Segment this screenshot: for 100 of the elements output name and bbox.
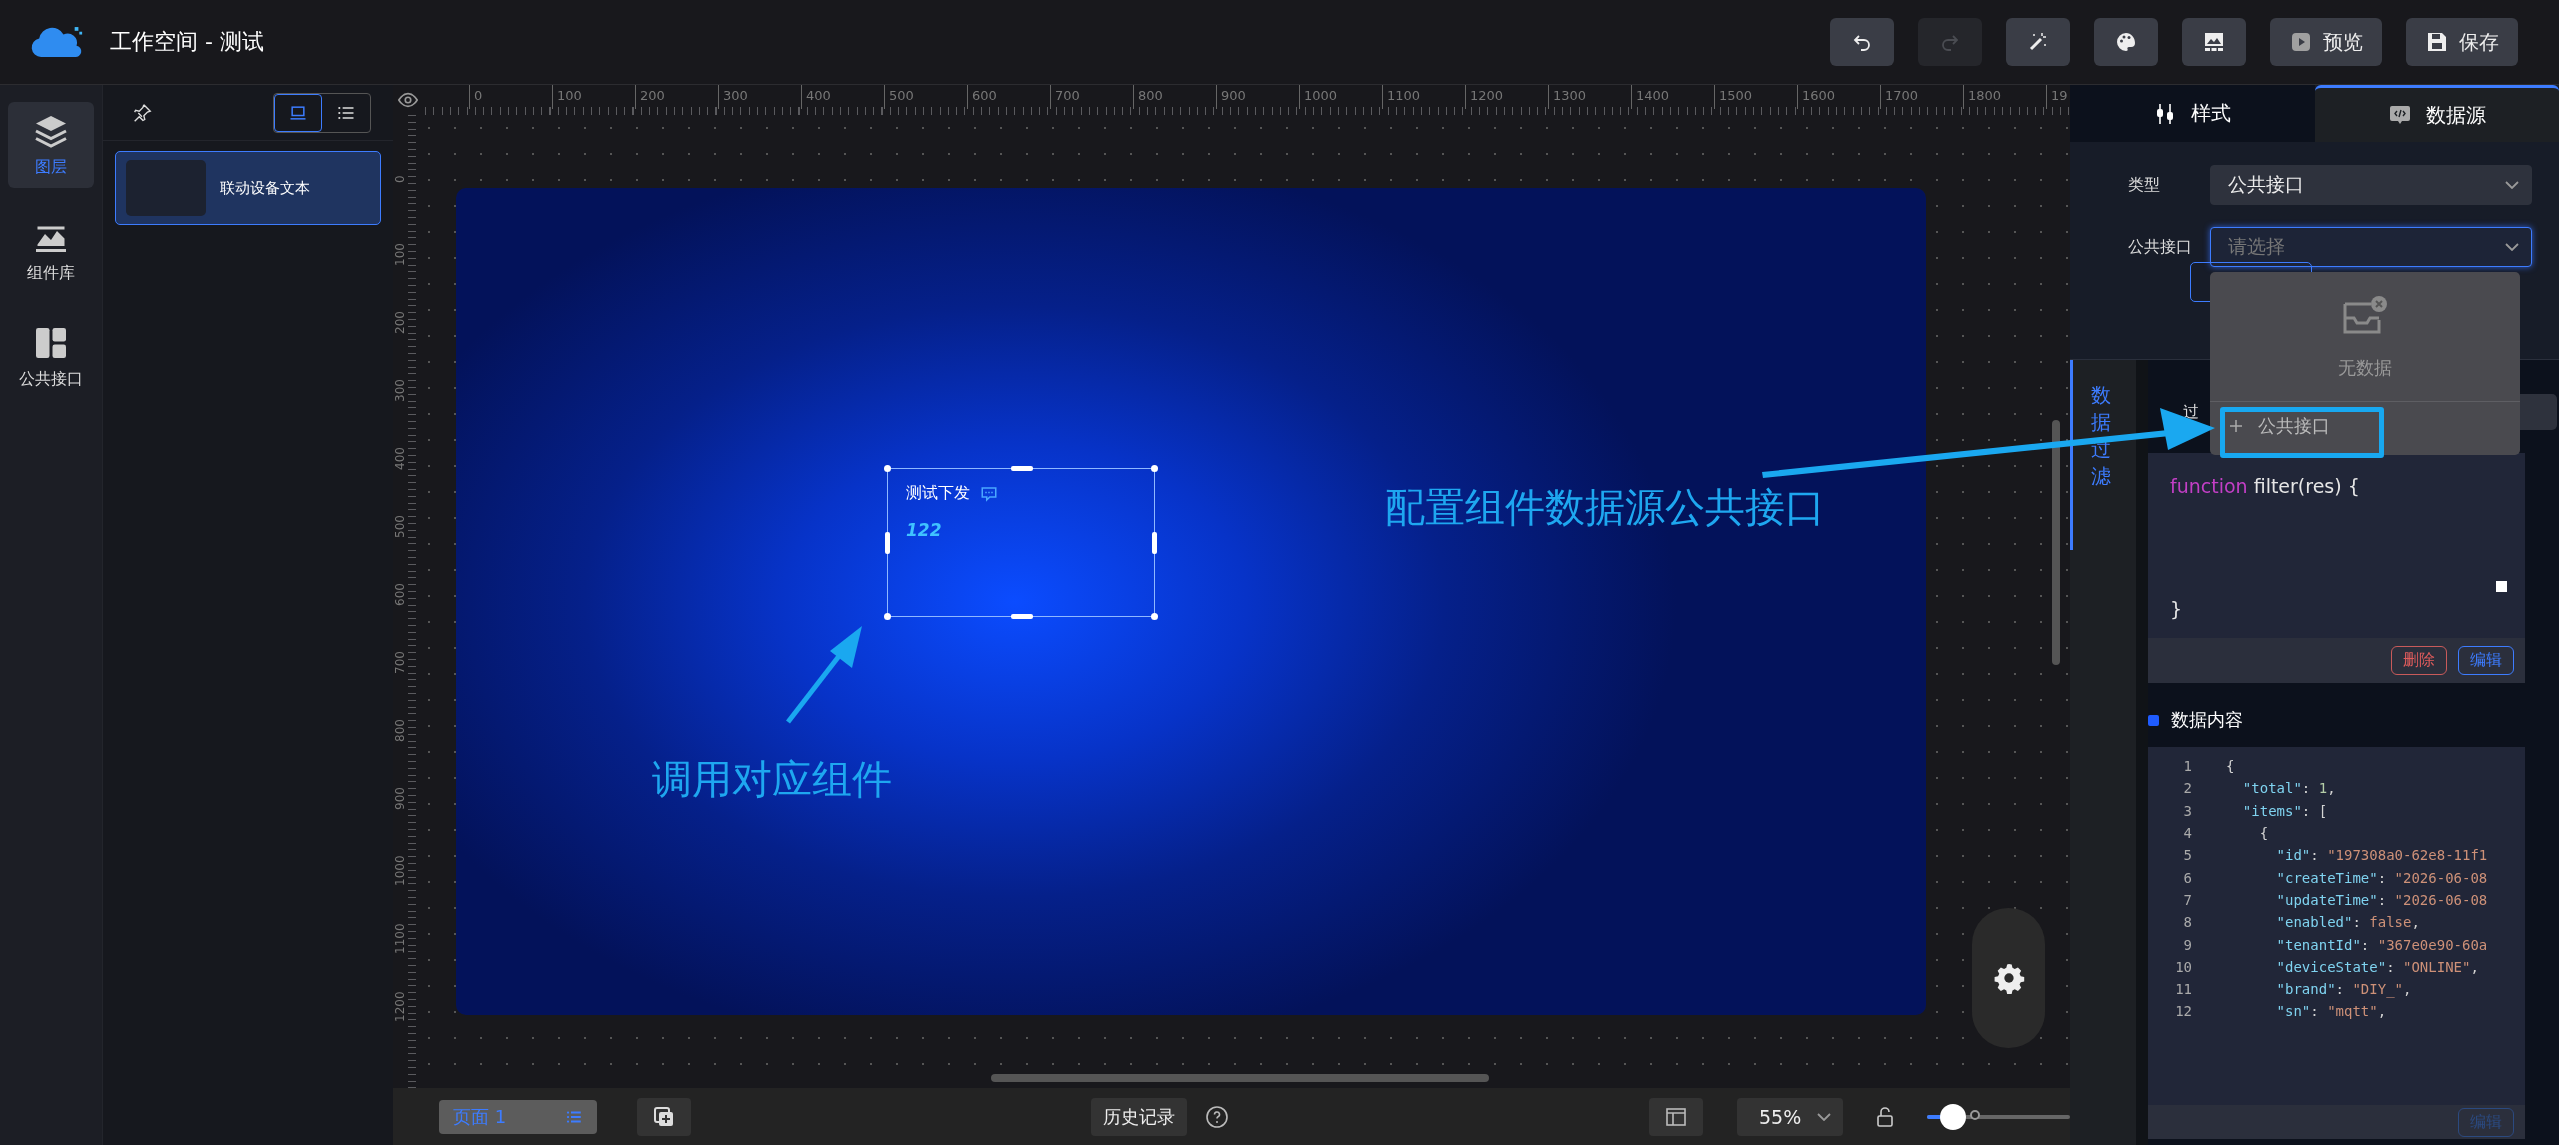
code-line: "brand": "DIY_",	[2275, 981, 2412, 998]
copy-plus-icon	[652, 1104, 676, 1129]
delete-button[interactable]: 删除	[2391, 646, 2447, 675]
resize-handle[interactable]	[1151, 465, 1158, 472]
code-line: "enabled": false,	[2275, 914, 2420, 931]
layer-item[interactable]: 联动设备文本	[115, 151, 381, 225]
sidebar-item[interactable]: 组件库	[8, 208, 94, 294]
caret-icon	[2505, 181, 2519, 189]
ruler-label: 1000	[393, 855, 407, 888]
code-editor[interactable]: function filter(res) { } 删除 编辑	[2148, 453, 2525, 683]
type-select[interactable]: 公共接口	[2210, 165, 2532, 205]
ruler-label: 0	[469, 85, 552, 109]
empty-text: 无数据	[2338, 355, 2392, 380]
data-source-tab[interactable]: 数据源	[2314, 85, 2559, 142]
line-number: 9	[2182, 936, 2192, 953]
widget-value: 122	[906, 520, 942, 540]
line-number: 6	[2182, 869, 2192, 886]
field-label: 类型	[2128, 174, 2161, 196]
add-api-item[interactable]: 公共接口	[2228, 414, 2520, 438]
ruler-label: 100	[552, 85, 635, 109]
line-number: 8	[2182, 914, 2192, 931]
ruler-label: 500	[393, 515, 407, 540]
image-icon	[2202, 30, 2226, 54]
ruler-label: 100	[393, 243, 407, 268]
ruler-label: 1300	[1548, 85, 1631, 109]
resize-handle[interactable]	[1152, 532, 1157, 554]
ruler-label: 200	[635, 85, 718, 109]
scrollbar[interactable]	[2052, 420, 2060, 665]
resize-handle[interactable]	[1011, 614, 1033, 619]
settings-button[interactable]	[1972, 908, 2045, 1048]
preview-button[interactable]: 预览	[2270, 18, 2382, 66]
field-label: 公共接口	[2128, 236, 2193, 258]
code-line: "updateTime": "2026-06-08	[2275, 891, 2488, 908]
save-icon	[2425, 30, 2449, 54]
ruler-label: 300	[718, 85, 801, 109]
resize-handle[interactable]	[1011, 466, 1033, 471]
history-button[interactable]: 历史记录	[1091, 1097, 1187, 1136]
ruler-label: 1700	[1880, 85, 1963, 109]
code-line: function filter(res) {	[2170, 475, 2361, 497]
line-number: 12	[2174, 1003, 2192, 1020]
image-button[interactable]	[2182, 18, 2246, 66]
ruler-label: 1400	[1631, 85, 1714, 109]
help-icon[interactable]	[1205, 1104, 1229, 1129]
line-number: 3	[2182, 802, 2192, 819]
minimap-button[interactable]	[1649, 1097, 1703, 1136]
filter-label: 过	[2183, 401, 2199, 423]
save-button[interactable]: 保存	[2406, 18, 2518, 66]
code-line: {	[2258, 825, 2269, 842]
code-line: {	[2226, 758, 2235, 775]
code-line: "createTime": "2026-06-08	[2275, 869, 2488, 886]
resize-handle[interactable]	[884, 613, 891, 620]
ruler-label: 0	[393, 175, 407, 185]
undo-button[interactable]	[1830, 18, 1894, 66]
ruler-label: 700	[393, 651, 407, 676]
scrollbar[interactable]	[991, 1074, 1489, 1082]
code-line: "items": [	[2241, 802, 2328, 819]
magic-button[interactable]	[2006, 18, 2070, 66]
section-marker	[2148, 714, 2159, 726]
ruler-label: 400	[801, 85, 884, 109]
sidebar-item[interactable]: 公共接口	[8, 314, 94, 400]
code-line: "total": 1,	[2241, 780, 2336, 797]
style-tab[interactable]: 样式	[2070, 85, 2315, 142]
settings-icon	[1992, 962, 2025, 994]
json-editor[interactable]	[2148, 747, 2525, 1139]
resize-handle[interactable]	[1151, 613, 1158, 620]
layer-label: 联动设备文本	[220, 178, 310, 198]
palette-button[interactable]	[2094, 18, 2158, 66]
zoom-select[interactable]: 55%	[1737, 1097, 1843, 1136]
line-number: 1	[2182, 758, 2192, 775]
widget-title: 测试下发	[906, 483, 970, 504]
ruler-label: 1600	[1797, 85, 1880, 109]
cursor-marker	[2496, 581, 2507, 592]
add-page-button[interactable]	[637, 1097, 691, 1136]
line-number: 5	[2182, 847, 2192, 864]
ruler-label: 800	[393, 719, 407, 744]
resize-handle[interactable]	[885, 532, 890, 554]
annotation-text: 配置组件数据源公共接口	[1385, 483, 1825, 532]
plus-icon	[2228, 418, 2244, 434]
ruler-label: 300	[393, 379, 407, 404]
workspace-title: 工作空间 - 测试	[110, 28, 264, 56]
ruler-label: 1500	[1714, 85, 1797, 109]
ruler-label: 700	[1050, 85, 1133, 109]
message-icon	[980, 484, 998, 503]
ruler-label: 200	[393, 311, 407, 336]
line-number: 10	[2174, 958, 2192, 975]
ruler-label: 1000	[1299, 85, 1382, 109]
pin-icon[interactable]	[131, 101, 153, 124]
screen-view-button[interactable]	[274, 93, 322, 132]
text-widget[interactable]: 测试下发 122	[887, 468, 1155, 617]
ruler-label: 600	[967, 85, 1050, 109]
edit-button[interactable]: 编辑	[2458, 646, 2514, 675]
line-number: 4	[2182, 825, 2192, 842]
ruler-label: 500	[884, 85, 967, 109]
code-line: "tenantId": "367e0e90-60a	[2275, 936, 2488, 953]
resize-handle[interactable]	[884, 465, 891, 472]
ruler-label: 1800	[1963, 85, 2046, 109]
line-number: 11	[2174, 981, 2192, 998]
ruler-label: 1100	[393, 923, 407, 956]
ruler-label: 1100	[1382, 85, 1465, 109]
sidebar-item[interactable]: 图层	[8, 102, 94, 188]
